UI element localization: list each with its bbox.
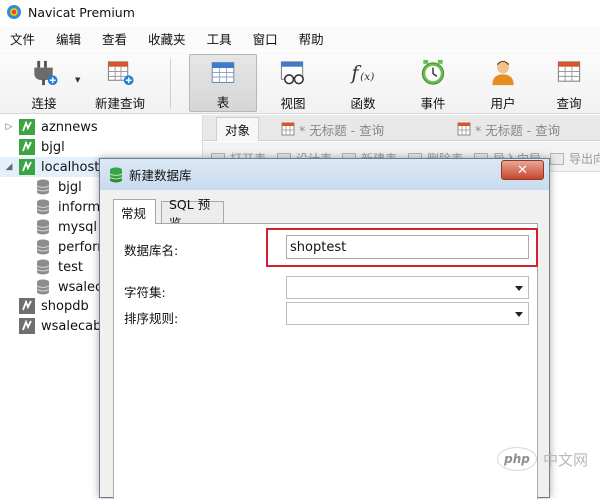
tab-query-2[interactable]: * 无标题 - 查询 [449, 117, 568, 141]
menu-tools[interactable]: 工具 [197, 29, 243, 48]
menu-help[interactable]: 帮助 [289, 29, 335, 48]
window-title: Navicat Premium [28, 4, 135, 20]
menu-edit[interactable]: 编辑 [46, 29, 92, 48]
chevron-down-icon [515, 312, 523, 317]
new-query-icon [107, 61, 134, 86]
charset-select[interactable] [286, 276, 529, 299]
tree-connection-bjgl[interactable]: bjgl [0, 137, 203, 157]
chevron-down-icon [515, 286, 523, 291]
query-icon [557, 61, 581, 82]
database-icon [36, 279, 50, 295]
database-icon [36, 239, 50, 255]
new-database-dialog: 新建数据库 ✕ 常规 SQL 预览 数据库名: shoptest 字符集: 排序… [99, 158, 550, 499]
tab-sql-preview[interactable]: SQL 预览 [161, 197, 224, 231]
clock-icon [421, 59, 445, 85]
connection-icon [19, 159, 35, 175]
tab-label: * 无标题 - 查询 [475, 122, 561, 138]
database-icon [36, 199, 50, 215]
collapse-arrow-icon[interactable]: ◢ [3, 161, 15, 173]
database-icon [36, 219, 50, 235]
menu-favorites[interactable]: 收藏夹 [138, 29, 197, 48]
query-tab-icon [457, 122, 471, 136]
query-tab-icon [281, 122, 295, 136]
function-button[interactable]: f (x) 函数 [329, 54, 397, 112]
connect-label: 连接 [31, 96, 57, 111]
plug-icon [34, 60, 58, 86]
watermark-text: 中文网 [543, 450, 589, 469]
tree-label: bjgl [41, 139, 65, 155]
menu-bar: 文件 编辑 查看 收藏夹 工具 窗口 帮助 [0, 26, 600, 50]
tree-label: bjgl [58, 179, 82, 195]
function-label: 函数 [350, 96, 376, 111]
user-label: 用户 [490, 96, 516, 111]
database-icon [36, 179, 50, 195]
expand-arrow-icon[interactable]: ▷ [3, 121, 15, 133]
view-icon [280, 61, 304, 85]
query-button[interactable]: 查询 [539, 54, 599, 112]
php-watermark: php 中文网 [497, 447, 588, 471]
table-icon [211, 62, 235, 83]
tree-label: test [58, 259, 83, 275]
tree-label: shopdb [41, 298, 89, 314]
query-label: 查询 [556, 96, 582, 111]
export-wizard-button[interactable]: 导出向 [550, 150, 600, 167]
general-panel: 数据库名: shoptest 字符集: 排序规则: [113, 223, 538, 499]
export-icon [550, 152, 564, 165]
tree-label: mysql [58, 219, 97, 235]
tab-objects[interactable]: 对象 [216, 117, 260, 141]
tree-label: aznnews [41, 119, 98, 135]
event-button[interactable]: 事件 [399, 54, 467, 112]
user-icon [492, 60, 514, 86]
tab-query-1[interactable]: * 无标题 - 查询 [273, 117, 392, 141]
navicat-logo-icon [7, 5, 21, 19]
close-icon: ✕ [517, 162, 528, 178]
dialog-title-bar[interactable]: 新建数据库 ✕ [100, 159, 549, 190]
menu-window[interactable]: 窗口 [243, 29, 289, 48]
view-button[interactable]: 视图 [259, 54, 327, 112]
database-icon [109, 167, 123, 182]
tab-general[interactable]: 常规 [113, 199, 156, 224]
chevron-down-icon[interactable]: ▼ [75, 76, 80, 84]
connection-icon [19, 318, 35, 334]
view-label: 视图 [280, 96, 306, 111]
svg-text:(x): (x) [360, 70, 374, 83]
collation-label: 排序规则: [124, 311, 179, 326]
function-icon: f (x) [349, 61, 374, 84]
event-label: 事件 [420, 96, 446, 111]
php-logo: php [497, 447, 537, 471]
connection-icon [19, 298, 35, 314]
menu-file[interactable]: 文件 [0, 29, 46, 48]
highlight-annotation [266, 228, 538, 267]
charset-label: 字符集: [124, 285, 166, 300]
user-button[interactable]: 用户 [469, 54, 537, 112]
connect-button[interactable]: 连接 [10, 54, 78, 112]
connection-icon [19, 139, 35, 155]
new-query-label: 新建查询 [94, 96, 145, 111]
collation-select[interactable] [286, 302, 529, 325]
tree-label: localhost_ [41, 159, 106, 175]
new-query-button[interactable]: 新建查询 [85, 54, 155, 112]
main-toolbar: 连接 ▼ 新建查询 表 视图 f (x) 函数 事件 用户 查询 [0, 51, 600, 114]
db-name-label: 数据库名: [124, 243, 179, 258]
toolbar-divider [170, 59, 171, 109]
database-icon [36, 259, 50, 275]
tab-label: 对象 [225, 123, 251, 138]
table-button[interactable]: 表 [189, 54, 257, 112]
dialog-title: 新建数据库 [129, 168, 192, 183]
tree-label: wsalecabi [41, 318, 105, 334]
menu-view[interactable]: 查看 [92, 29, 138, 48]
close-button[interactable]: ✕ [501, 160, 544, 180]
title-bar: Navicat Premium [0, 0, 600, 24]
document-tabs: 对象 * 无标题 - 查询 * 无标题 - 查询 [203, 115, 600, 141]
tree-connection-aznnews[interactable]: ▷ aznnews [0, 117, 203, 137]
connection-icon [19, 119, 35, 135]
table-label: 表 [216, 95, 230, 110]
tab-label: * 无标题 - 查询 [299, 122, 385, 138]
